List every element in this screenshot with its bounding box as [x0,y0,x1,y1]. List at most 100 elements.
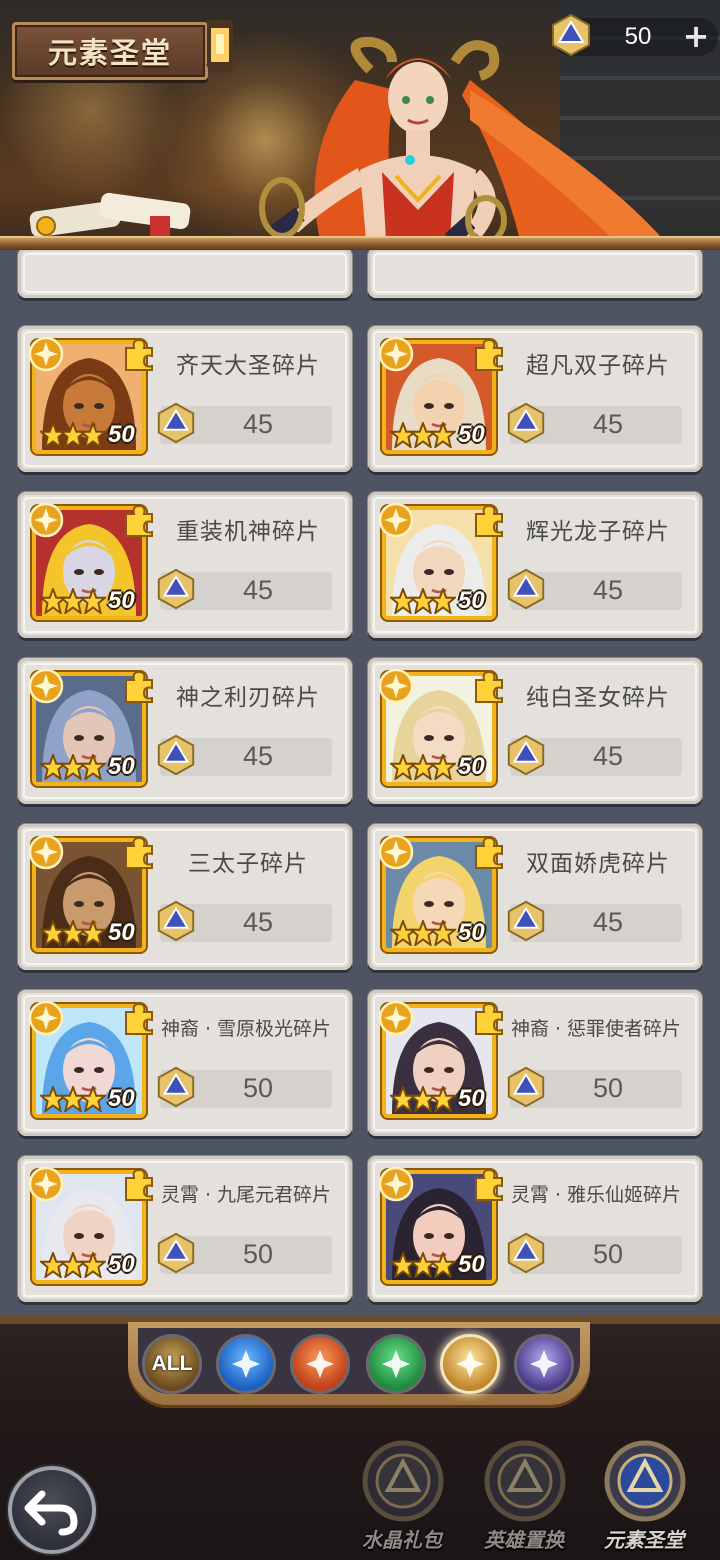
price-box[interactable]: 45 [507,900,682,942]
filter-light-button[interactable] [440,1334,500,1394]
crystal-currency-icon [157,1232,195,1274]
star-icon [430,1086,456,1112]
shop-item-grid[interactable]: 50 齐天大圣碎片 45 50 超凡双子碎片 45 50 重装机神碎片 45 5… [0,250,720,1316]
price-box[interactable]: 50 [157,1232,332,1274]
light-element-icon [378,668,414,704]
star-rating: 50 [40,584,135,614]
crystal-currency-icon [507,402,545,444]
star-icon [80,1252,106,1278]
filter-fire-button[interactable] [290,1334,350,1394]
page-title-sign: 元素圣堂 [12,22,208,80]
back-arrow-icon [24,1490,78,1536]
dark-element-icon [530,1350,558,1378]
price-box[interactable]: 45 [157,568,332,610]
nav-crystal-gift[interactable]: 水晶礼包 [352,1438,452,1558]
crystal-currency-icon [507,900,545,942]
item-price: 50 [242,1239,274,1269]
item-name: 神之利刃碎片 [176,685,320,711]
hero-level: 50 [108,421,135,448]
star-icon [80,422,106,448]
shop-item-card[interactable]: 50 辉光龙子碎片 45 [368,492,702,638]
add-currency-button[interactable]: + [678,18,714,56]
crystal-gift-icon [362,1440,444,1522]
item-price: 45 [592,575,624,605]
item-price: 45 [592,741,624,771]
shop-item-card[interactable]: 50 灵霄 · 雅乐仙姬碎片 50 [368,1156,702,1302]
crystal-currency-icon [157,402,195,444]
price-box[interactable]: 45 [157,900,332,942]
crystal-currency-icon [157,568,195,610]
item-name: 神裔 · 雪原极光碎片 [160,1018,332,1040]
lantern-icon [206,6,234,72]
star-rating: 50 [390,584,485,614]
filter-label: ALL [151,1352,193,1375]
shop-item-card[interactable]: 50 重装机神碎片 45 [18,492,352,638]
nav-element-hall[interactable]: 元素圣堂 [594,1438,694,1558]
star-rating: 50 [40,1082,135,1112]
wind-element-icon [382,1350,410,1378]
crystal-currency-icon [507,1232,545,1274]
banner-ledge [0,236,720,250]
price-box[interactable]: 50 [157,1066,332,1108]
filter-wind-button[interactable] [366,1334,426,1394]
star-icon [80,754,106,780]
price-box[interactable]: 45 [507,734,682,776]
shop-item-card[interactable]: 50 神裔 · 雪原极光碎片 50 [18,990,352,1136]
hero-level: 50 [458,1085,485,1112]
light-element-icon [378,834,414,870]
crystal-currency-icon [157,900,195,942]
filter-dark-button[interactable] [514,1334,574,1394]
shop-item-card[interactable]: 50 灵霄 · 九尾元君碎片 50 [18,1156,352,1302]
hero-level: 50 [108,587,135,614]
price-box[interactable]: 45 [157,734,332,776]
shop-item-card[interactable]: 50 超凡双子碎片 45 [368,326,702,472]
item-name: 灵霄 · 九尾元君碎片 [160,1184,332,1206]
page-title: 元素圣堂 [47,36,172,70]
hero-swap-icon [484,1440,566,1522]
star-icon [430,754,456,780]
hero-level: 50 [458,587,485,614]
shop-item-card-partial[interactable] [18,250,352,298]
star-rating: 50 [390,1082,485,1112]
hero-level: 50 [458,919,485,946]
price-box[interactable]: 50 [507,1232,682,1274]
price-box[interactable]: 45 [507,568,682,610]
crystal-currency-icon [157,1066,195,1108]
shop-item-card[interactable]: 50 神之利刃碎片 45 [18,658,352,804]
price-box[interactable]: 45 [157,402,332,444]
shop-item-card[interactable]: 50 神裔 · 惩罪使者碎片 50 [368,990,702,1136]
shop-item-card[interactable]: 50 齐天大圣碎片 45 [18,326,352,472]
shop-item-card[interactable]: 50 纯白圣女碎片 45 [368,658,702,804]
item-price: 50 [242,1073,274,1103]
light-element-icon [378,502,414,538]
shop-item-card[interactable]: 50 双面娇虎碎片 45 [368,824,702,970]
star-icon [430,1252,456,1278]
shop-item-card[interactable]: 50 三太子碎片 45 [18,824,352,970]
filter-all-button[interactable]: ALL [142,1334,202,1394]
hero-level: 50 [458,1251,485,1278]
item-name: 三太子碎片 [188,851,308,877]
price-box[interactable]: 45 [507,402,682,444]
light-element-icon [378,1166,414,1202]
star-icon [80,920,106,946]
light-element-icon [28,1000,64,1036]
hero-level: 50 [458,753,485,780]
item-name: 辉光龙子碎片 [526,519,670,545]
item-price: 45 [592,409,624,439]
star-rating: 50 [390,418,485,448]
star-rating: 50 [40,418,135,448]
price-box[interactable]: 50 [507,1066,682,1108]
hero-level: 50 [108,753,135,780]
shop-item-card-partial[interactable] [368,250,702,298]
star-icon [430,920,456,946]
filter-water-button[interactable] [216,1334,276,1394]
nav-label: 水晶礼包 [362,1528,442,1552]
water-element-icon [232,1350,260,1378]
nav-hero-swap[interactable]: 英雄置换 [474,1438,574,1558]
hero-level: 50 [108,919,135,946]
nav-label: 英雄置换 [484,1528,564,1552]
light-element-icon [28,834,64,870]
crystal-currency-icon [507,1066,545,1108]
star-icon [430,588,456,614]
back-button[interactable] [8,1466,96,1554]
